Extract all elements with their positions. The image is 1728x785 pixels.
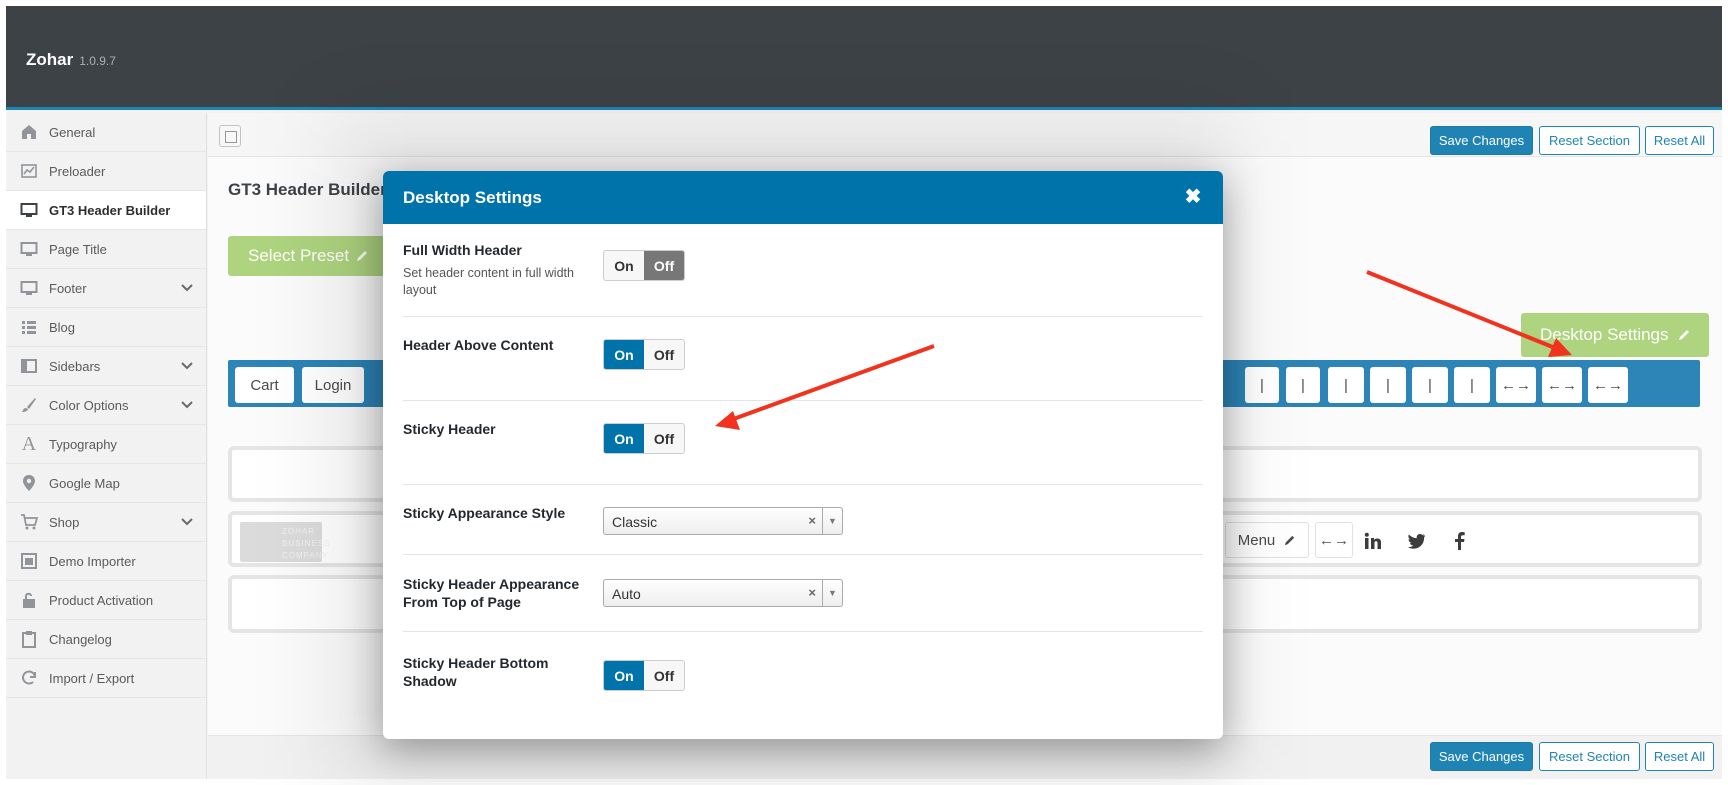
modal-header: Desktop Settings ✖ — [383, 171, 1223, 224]
setting-sticky-header: Sticky Header On Off — [403, 401, 1203, 485]
setting-description: Set header content in full width layout — [403, 266, 574, 297]
setting-header-above-content: Header Above Content On Off — [403, 317, 1203, 401]
desktop-settings-modal: Desktop Settings ✖ Full Width Header Set… — [383, 171, 1223, 739]
setting-sticky-bottom-shadow: Sticky Header Bottom Shadow On Off — [403, 632, 1203, 722]
sticky-style-select[interactable]: Classic × ▼ — [603, 507, 843, 535]
toggle-on[interactable]: On — [604, 661, 644, 690]
full-width-toggle[interactable]: On Off — [603, 250, 685, 281]
clear-icon[interactable]: × — [808, 513, 816, 528]
toggle-on[interactable]: On — [604, 251, 644, 280]
select-value: Auto — [612, 586, 641, 602]
setting-sticky-appearance-style: Sticky Appearance Style Classic × ▼ — [403, 485, 1203, 555]
toggle-on[interactable]: On — [604, 340, 644, 369]
setting-label: Header Above Content — [403, 337, 554, 353]
setting-label: Sticky Header Appearance From Top of Pag… — [403, 576, 580, 610]
sticky-header-toggle[interactable]: On Off — [603, 423, 685, 454]
clear-icon[interactable]: × — [808, 585, 816, 600]
chevron-down-icon[interactable]: ▼ — [822, 580, 842, 606]
sticky-from-top-select[interactable]: Auto × ▼ — [603, 579, 843, 607]
bottom-shadow-toggle[interactable]: On Off — [603, 660, 685, 691]
close-icon[interactable]: ✖ — [1183, 187, 1203, 207]
header-above-content-toggle[interactable]: On Off — [603, 339, 685, 370]
setting-full-width-header: Full Width Header Set header content in … — [403, 224, 1203, 317]
setting-label: Sticky Header Bottom Shadow — [403, 655, 549, 689]
setting-label: Full Width Header — [403, 242, 522, 258]
toggle-off[interactable]: Off — [644, 661, 684, 690]
chevron-down-icon[interactable]: ▼ — [822, 508, 842, 534]
setting-label: Sticky Header — [403, 421, 496, 437]
toggle-off[interactable]: Off — [644, 424, 684, 453]
toggle-off[interactable]: Off — [644, 340, 684, 369]
setting-label: Sticky Appearance Style — [403, 505, 566, 521]
select-value: Classic — [612, 514, 658, 530]
modal-title: Desktop Settings — [403, 188, 542, 207]
toggle-off[interactable]: Off — [644, 251, 684, 280]
toggle-on[interactable]: On — [604, 424, 644, 453]
setting-sticky-appearance-from-top: Sticky Header Appearance From Top of Pag… — [403, 555, 1203, 632]
